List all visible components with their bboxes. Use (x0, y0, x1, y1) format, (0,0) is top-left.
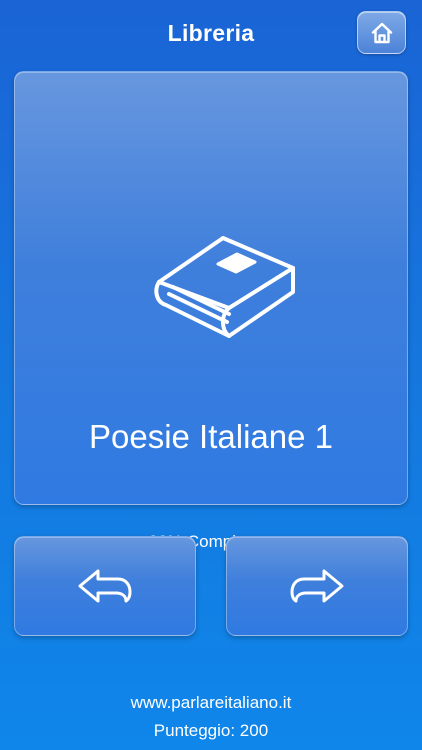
book-title: Poesie Italiane 1 (88, 418, 333, 455)
book-card[interactable]: Poesie Italiane 1 66% Completato (14, 71, 408, 551)
arrow-left-icon (78, 569, 132, 603)
home-button[interactable] (357, 11, 406, 54)
arrow-right-icon (290, 569, 344, 603)
book-icon (154, 236, 295, 338)
header-bar: Libreria (0, 0, 422, 70)
next-button[interactable] (226, 536, 408, 636)
score-label: Punteggio: 200 (153, 721, 269, 740)
website-link[interactable]: www.parlareitaliano.it (0, 693, 422, 713)
previous-button[interactable] (14, 536, 196, 636)
home-icon (371, 22, 392, 43)
